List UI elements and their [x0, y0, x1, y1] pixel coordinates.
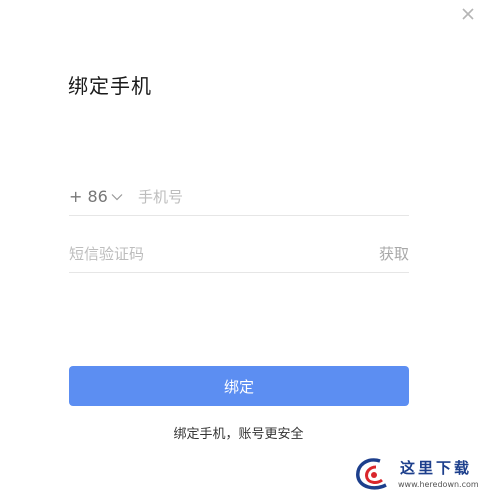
- bind-button[interactable]: 绑定: [69, 366, 409, 406]
- phone-field-row: + 86: [69, 181, 409, 216]
- phone-number-input[interactable]: [138, 185, 398, 209]
- get-code-button[interactable]: 获取: [379, 244, 409, 264]
- sms-code-field-row: 获取: [69, 238, 409, 273]
- country-code-select[interactable]: + 86: [69, 187, 123, 207]
- watermark-url: www.heredown.com: [398, 480, 479, 489]
- dialog-title: 绑定手机: [68, 74, 152, 98]
- sms-code-input[interactable]: [69, 242, 349, 266]
- watermark-title: 这里下载: [400, 459, 473, 477]
- chevron-down-icon: [111, 186, 123, 206]
- watermark-logo-icon: [356, 458, 387, 490]
- watermark: 这里下载 www.heredown.com: [350, 455, 479, 493]
- country-code-label: + 86: [69, 187, 108, 206]
- bind-phone-dialog: 绑定手机 + 86 获取 绑定 绑定手机，账号更安全 这里下载 www.here…: [0, 0, 481, 496]
- close-icon: [462, 8, 474, 20]
- security-hint: 绑定手机，账号更安全: [173, 427, 304, 442]
- close-button[interactable]: [458, 4, 478, 24]
